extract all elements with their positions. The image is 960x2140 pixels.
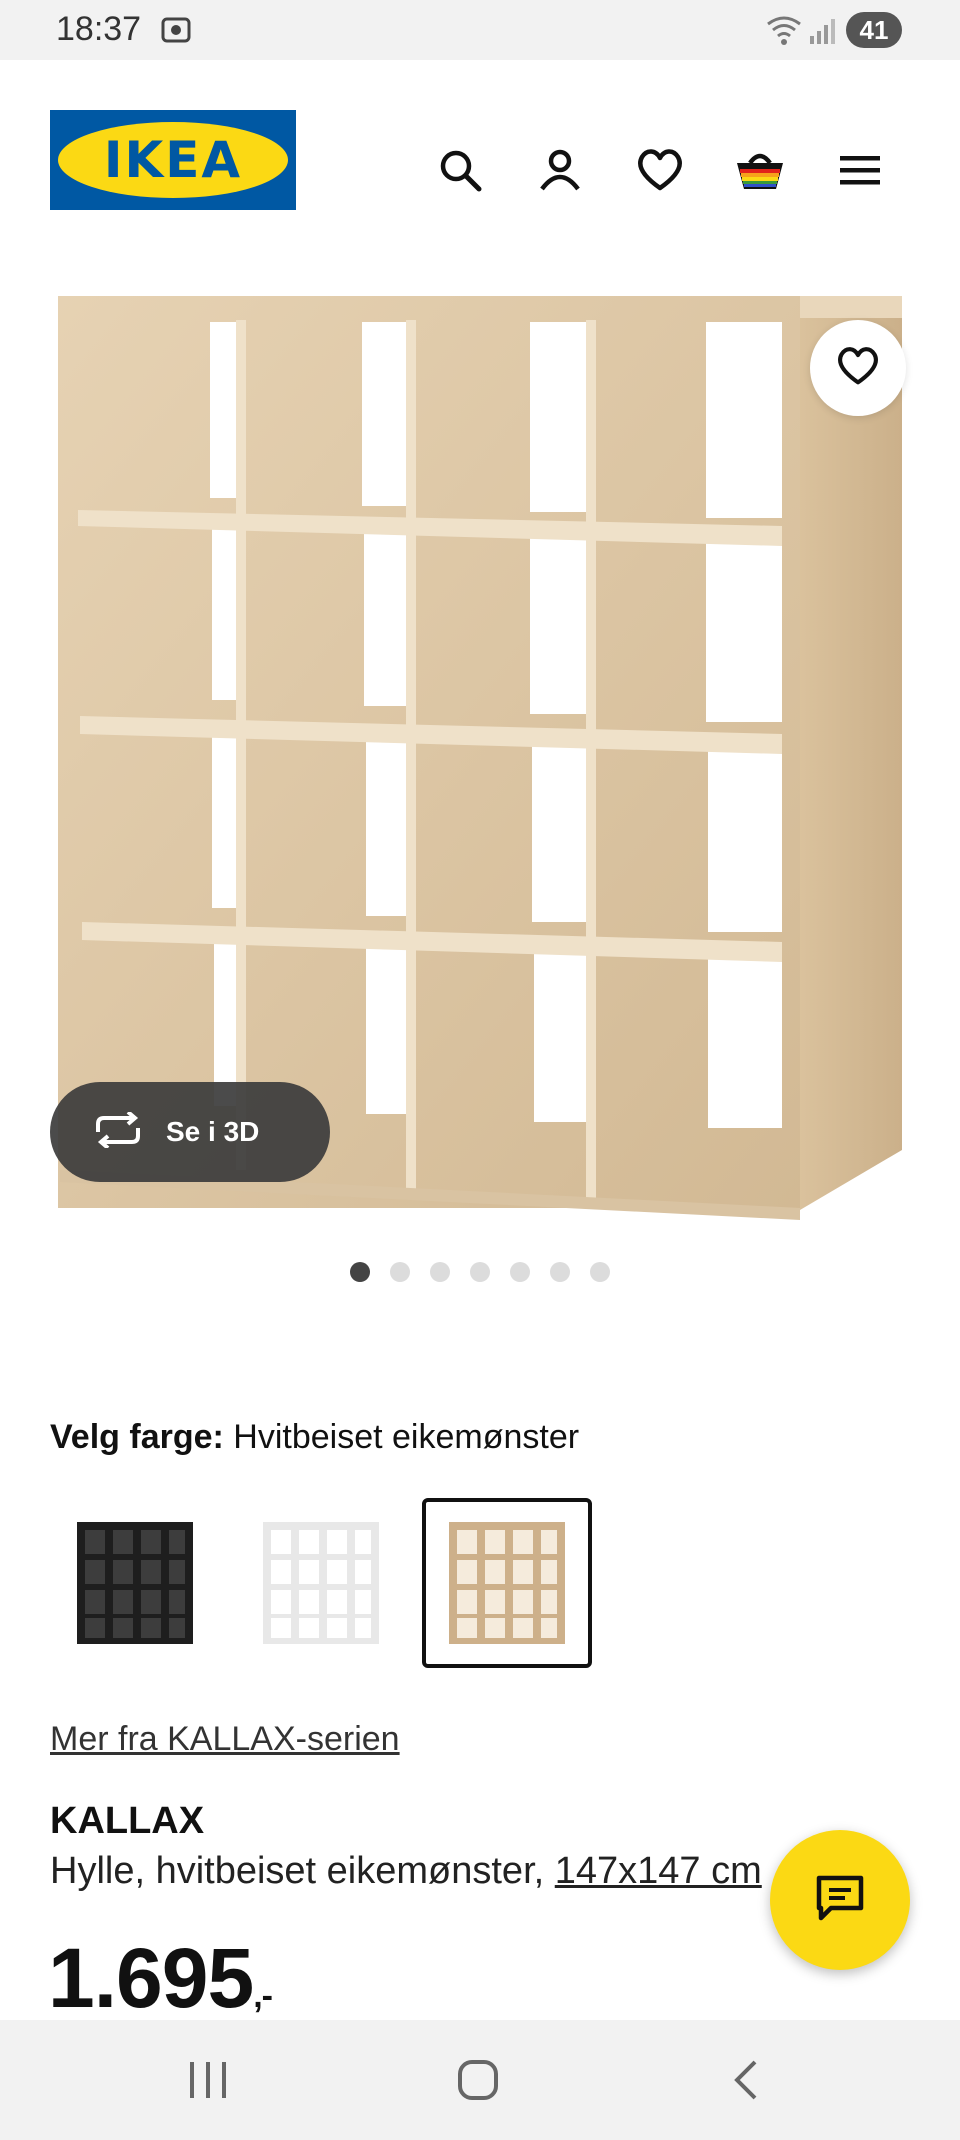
price-suffix: ,-: [253, 1977, 273, 2015]
gallery-dot[interactable]: [430, 1262, 450, 1282]
product-description-text: Hylle, hvitbeiset eikemønster,: [50, 1850, 545, 1892]
product-name: KALLAX: [50, 1800, 205, 1842]
product-description: Hylle, hvitbeiset eikemønster, 147x147 c…: [50, 1850, 762, 1893]
color-chooser-label: Velg farge: Hvitbeiset eikemønster: [50, 1418, 579, 1457]
screen-record-icon: [160, 14, 192, 51]
view-in-3d-label: Se i 3D: [166, 1116, 260, 1147]
status-bar: 18:37 41: [0, 0, 960, 60]
chat-button[interactable]: [770, 1830, 910, 1970]
swatch-white[interactable]: [236, 1498, 406, 1668]
selected-color-value: Hvitbeiset eikemønster: [233, 1418, 580, 1456]
rotate-3d-icon: [92, 1109, 144, 1153]
search-icon[interactable]: [430, 140, 490, 200]
wifi-icon: [766, 14, 802, 51]
account-icon[interactable]: [530, 140, 590, 200]
heart-icon[interactable]: [630, 140, 690, 200]
swatch-black-brown[interactable]: [50, 1498, 220, 1668]
basket-icon[interactable]: [730, 140, 790, 200]
gallery-dot[interactable]: [550, 1262, 570, 1282]
home-icon[interactable]: [438, 2050, 518, 2110]
status-time: 18:37: [56, 10, 142, 48]
gallery-dot[interactable]: [510, 1262, 530, 1282]
system-nav-bar: [0, 2020, 960, 2140]
site-header: IKEA: [0, 60, 960, 260]
ikea-logo[interactable]: IKEA: [50, 110, 296, 210]
back-icon[interactable]: [706, 2050, 786, 2110]
chat-icon: [815, 1874, 865, 1927]
price-main: 1.695: [48, 1931, 254, 2025]
color-label-title: Velg farge:: [50, 1418, 224, 1456]
swatch-white-stained-oak[interactable]: [422, 1498, 592, 1668]
gallery-dot[interactable]: [470, 1262, 490, 1282]
series-link[interactable]: Mer fra KALLAX-serien: [50, 1720, 400, 1759]
logo-text: IKEA: [103, 131, 243, 189]
signal-icon: [808, 16, 838, 51]
add-to-favourites-button[interactable]: [810, 320, 906, 416]
gallery-dot[interactable]: [350, 1262, 370, 1282]
recent-apps-icon[interactable]: [168, 2050, 248, 2110]
product-price: 1.695,-: [48, 1930, 273, 2027]
menu-icon[interactable]: [830, 140, 890, 200]
gallery-dot[interactable]: [590, 1262, 610, 1282]
heart-icon: [836, 346, 880, 391]
gallery-dot[interactable]: [390, 1262, 410, 1282]
product-size-link[interactable]: 147x147 cm: [555, 1850, 762, 1892]
gallery-pagination: [350, 1262, 610, 1282]
view-in-3d-button[interactable]: Se i 3D: [50, 1082, 330, 1182]
battery-icon: 41: [846, 12, 902, 48]
